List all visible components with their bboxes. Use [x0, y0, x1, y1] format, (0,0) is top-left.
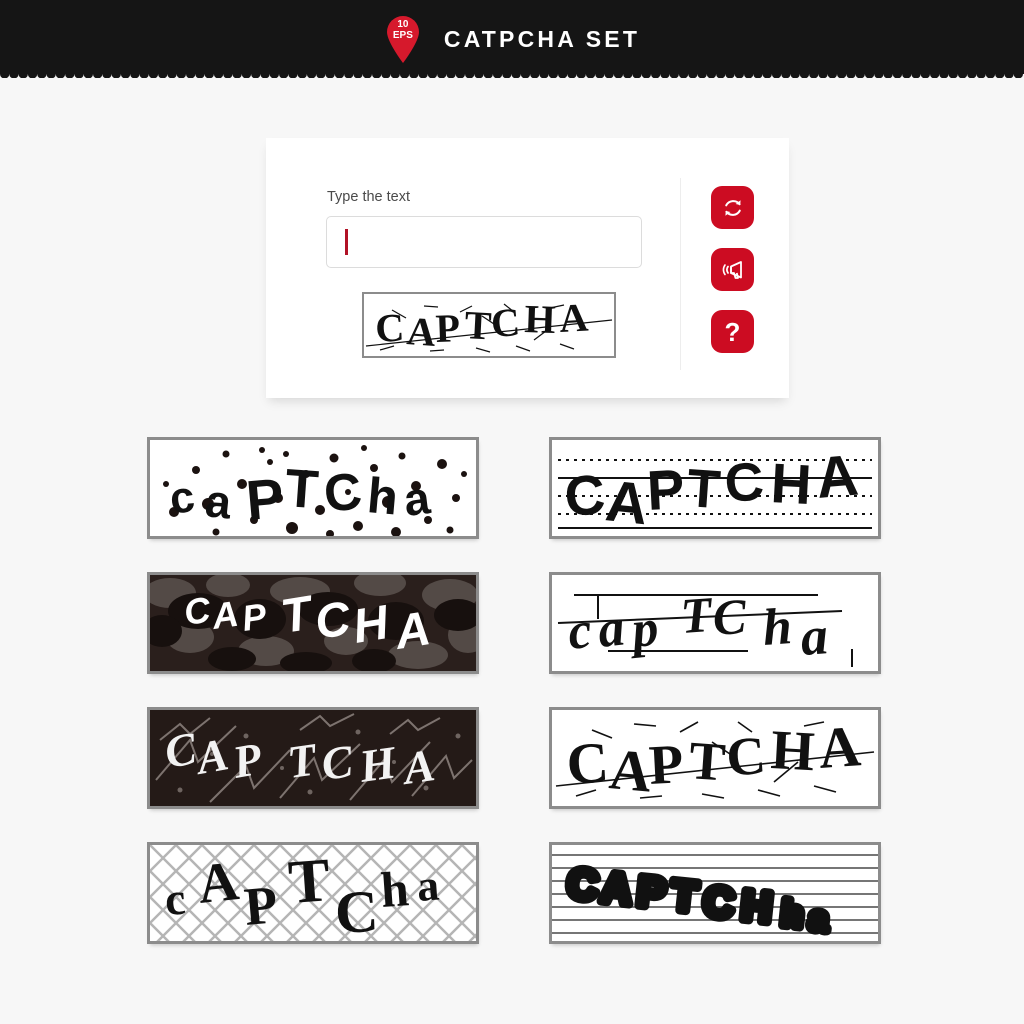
svg-text:h: h — [365, 467, 400, 525]
svg-text:T: T — [286, 846, 332, 917]
svg-text:H: H — [769, 451, 813, 516]
captcha-sample-8[interactable]: C A P T C H h a — [549, 842, 881, 944]
svg-text:P: P — [244, 466, 287, 532]
svg-text:C: C — [711, 588, 749, 646]
captcha-samples-grid: c a P T C h a C A P T C H A C A P T C H … — [147, 437, 887, 944]
svg-text:T: T — [669, 871, 700, 920]
svg-text:T: T — [687, 730, 727, 792]
page-title: CATPCHA SET — [443, 25, 641, 52]
refresh-button[interactable] — [711, 186, 754, 229]
svg-text:C: C — [565, 859, 600, 909]
captcha-scratched-sample-svg: C A P T C H A — [552, 710, 878, 806]
svg-text:P: P — [435, 305, 461, 351]
card-divider — [680, 178, 681, 370]
svg-text:A: A — [813, 443, 860, 511]
captcha-scratched-svg: C A P T C H A — [364, 294, 614, 356]
captcha-dots-svg: c a P T C h a — [150, 440, 476, 536]
svg-text:A: A — [208, 593, 240, 637]
svg-text:C: C — [562, 462, 607, 528]
svg-text:A: A — [405, 308, 437, 355]
svg-text:C: C — [723, 451, 766, 514]
page-header: 10 EPS CATPCHA SET — [0, 0, 1024, 79]
svg-text:a: a — [415, 861, 440, 911]
captcha-sample-1[interactable]: c a P T C h a — [147, 437, 479, 539]
svg-text:T: T — [464, 302, 493, 348]
svg-text:C: C — [489, 299, 521, 346]
eps-badge-text: 10 EPS — [384, 19, 422, 41]
svg-text:H: H — [769, 719, 816, 783]
captcha-ruled-lines-svg: c a p T C h a — [552, 575, 878, 671]
captcha-camouflage-svg: C A P T C H A — [150, 575, 476, 671]
svg-text:T: T — [685, 458, 722, 520]
svg-text:C: C — [701, 877, 736, 927]
captcha-sample-2[interactable]: C A P T C H A — [549, 437, 881, 539]
svg-text:C: C — [564, 729, 610, 797]
svg-text:A: A — [816, 713, 862, 781]
captcha-spiky-lines-svg: C A P T C H h a — [552, 845, 878, 941]
megaphone-icon — [722, 260, 742, 279]
captcha-dashed-lines-svg: C A P T C H A — [552, 440, 878, 536]
captcha-sample-6[interactable]: C A P T C H A — [549, 707, 881, 809]
svg-text:A: A — [195, 850, 242, 916]
type-the-text-label: Type the text — [327, 189, 411, 205]
svg-text:h: h — [379, 860, 411, 918]
eps-badge-line2: EPS — [392, 29, 413, 41]
svg-text:h: h — [779, 892, 805, 935]
scallop-edge — [0, 74, 1024, 79]
svg-text:h: h — [761, 598, 794, 657]
captcha-sample-7[interactable]: c A P T C h a — [147, 842, 479, 944]
svg-text:P: P — [645, 457, 686, 522]
svg-text:C: C — [724, 725, 768, 788]
captcha-sample-4[interactable]: c a p T C h a — [549, 572, 881, 674]
svg-text:P: P — [647, 733, 684, 797]
captcha-form-card: Type the text C A P T C H A ? — [266, 138, 789, 398]
svg-text:P: P — [242, 874, 280, 937]
captcha-image-main: C A P T C H A — [362, 292, 616, 358]
captcha-text-input[interactable] — [326, 216, 642, 268]
svg-text:C: C — [321, 462, 364, 524]
refresh-icon — [724, 199, 741, 216]
svg-text:P: P — [635, 867, 668, 917]
svg-text:H: H — [739, 881, 774, 931]
eps-badge-line1: 10 — [397, 19, 409, 30]
svg-text:A: A — [558, 295, 589, 341]
help-button[interactable]: ? — [711, 310, 754, 353]
captcha-actions: ? — [711, 186, 754, 353]
svg-text:T: T — [283, 458, 320, 520]
captcha-crosshatch-svg: c A P T C h a — [150, 845, 476, 941]
question-mark-icon: ? — [724, 316, 741, 347]
svg-text:C: C — [333, 878, 380, 941]
audio-button[interactable] — [711, 248, 754, 291]
svg-text:A: A — [599, 863, 634, 913]
svg-text:c: c — [163, 873, 187, 925]
svg-text:A: A — [603, 468, 651, 536]
captcha-zigzag-dark-svg: C A P T C H A — [150, 710, 476, 806]
svg-text:a: a — [799, 605, 830, 667]
eps-badge: 10 EPS — [384, 13, 422, 63]
captcha-sample-3[interactable]: C A P T C H A — [147, 572, 479, 674]
text-cursor — [345, 229, 348, 255]
captcha-sample-5[interactable]: C A P T C H A — [147, 707, 479, 809]
